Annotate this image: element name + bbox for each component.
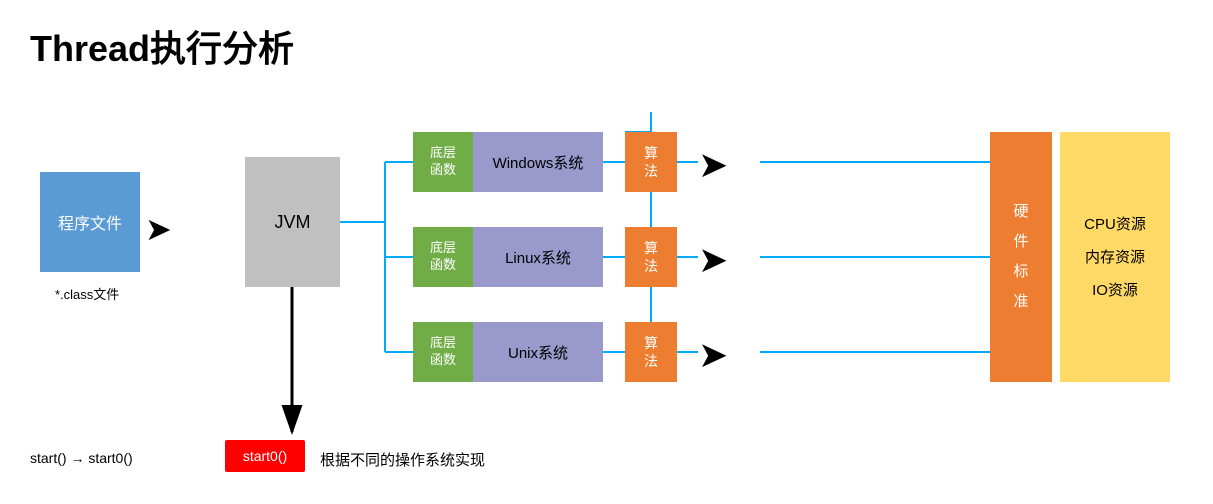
row-linux: 底层函数 Linux系统 xyxy=(413,227,603,287)
sys-linux: Linux系统 xyxy=(473,227,603,287)
suanfa-linux: 算法 xyxy=(625,227,677,287)
program-file-box: 程序文件 xyxy=(40,172,140,272)
desc-text: 根据不同的操作系统实现 xyxy=(320,449,485,470)
diceng-unix: 底层函数 xyxy=(413,322,473,382)
arrow-row2: ➤ xyxy=(698,239,728,281)
sys-unix: Unix系统 xyxy=(473,322,603,382)
arrow-row1: ➤ xyxy=(698,144,728,186)
hardware-box: 硬件标准 xyxy=(990,132,1052,382)
page: Thread执行分析 xyxy=(0,0,1213,504)
start0-box: start0() xyxy=(225,440,305,472)
start-label: start() → start0() xyxy=(30,450,133,466)
page-title: Thread执行分析 xyxy=(30,20,1183,72)
row-unix: 底层函数 Unix系统 xyxy=(413,322,603,382)
diceng-linux: 底层函数 xyxy=(413,227,473,287)
arrow-row3: ➤ xyxy=(698,334,728,376)
cpu-box: CPU资源内存资源IO资源 xyxy=(1060,132,1170,382)
suanfa-unix: 算法 xyxy=(625,322,677,382)
row-windows: 底层函数 Windows系统 xyxy=(413,132,603,192)
diceng-windows: 底层函数 xyxy=(413,132,473,192)
jvm-box: JVM xyxy=(245,157,340,287)
diagram: 程序文件 *.class文件 ➤ JVM 底层函数 Windows系统 算法 底… xyxy=(30,92,1180,492)
arrow-prog-jvm: ➤ xyxy=(145,210,172,248)
class-label: *.class文件 xyxy=(55,284,119,303)
suanfa-windows: 算法 xyxy=(625,132,677,192)
sys-windows: Windows系统 xyxy=(473,132,603,192)
